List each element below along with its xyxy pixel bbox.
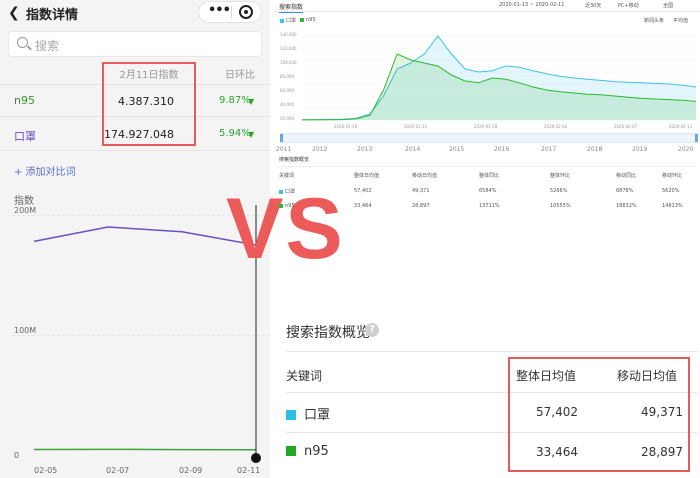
divider [279, 166, 695, 167]
mobile-topbar: ❮ 指数详情 ••• [0, 0, 270, 26]
summary-header: 移动同比 [616, 173, 637, 179]
range-handle-right[interactable] [695, 134, 698, 142]
x-tick-label: 2020-01-28 [474, 124, 498, 129]
close-target-icon[interactable] [239, 5, 253, 19]
summary-header: 移动环比 [662, 173, 683, 179]
overview-keyword-mask: 口罩 [286, 404, 330, 423]
capsule-divider [231, 6, 232, 19]
year-tick: 2018 [587, 146, 603, 153]
divider [286, 351, 698, 352]
summary-cell: 49,371 [412, 188, 430, 194]
overview-title: 搜索指数概览 [286, 325, 370, 341]
highlight-box [508, 357, 690, 472]
x-tick-label: 2020-02-02 [544, 124, 568, 129]
y-tick-label: 200M [14, 206, 37, 215]
add-compare-button[interactable]: + 添加对比词 [14, 163, 76, 178]
overview-keyword-n95: n95 [286, 444, 329, 459]
range-handle-left[interactable] [280, 134, 283, 142]
cursor-dot[interactable] [251, 453, 261, 463]
mini-program-capsule: ••• [198, 1, 262, 23]
x-tick-label: 02-11 [237, 466, 261, 475]
overview-header-keyword: 关键词 [286, 369, 323, 383]
highlight-box [102, 62, 196, 146]
x-tick-label: 2020-01-16 [334, 124, 358, 129]
y-tick-label: 100M [14, 326, 37, 335]
summary-keyword: 口罩 [279, 188, 295, 195]
search-icon [17, 37, 28, 48]
summary-header: 整体环比 [550, 173, 571, 179]
summary-keyword: n95 [279, 203, 295, 209]
down-arrow-icon: ▼ [248, 130, 255, 139]
summary-cell: 5266% [550, 188, 568, 194]
summary-cell: 33,464 [354, 203, 372, 209]
more-icon[interactable]: ••• [208, 3, 231, 18]
year-tick: 2011 [276, 146, 292, 153]
divider [0, 150, 270, 151]
x-tick-label: 02-05 [34, 466, 58, 475]
summary-header: 整体同比 [479, 173, 500, 179]
page-title: 指数详情 [26, 8, 79, 23]
desktop-panel: 搜索指数 2020-01-13 ~ 2020-02-11 近30天 PC+移动 … [274, 0, 700, 478]
x-tick-label: 2020-02-07 [614, 124, 638, 129]
change-mask: 5.94% [219, 128, 251, 139]
down-arrow-icon: ▼ [248, 97, 255, 106]
summary-cell: 13711% [479, 203, 500, 209]
range-slider[interactable] [280, 133, 698, 143]
x-tick-label: 02-09 [179, 466, 203, 475]
x-tick-label: 2020-02-11 [669, 124, 693, 129]
keyword-n95[interactable]: n95 [14, 94, 35, 107]
summary-header: 移动日均值 [412, 173, 438, 179]
summary-title-small: 搜索指数概览 [279, 157, 310, 163]
search-input[interactable]: 搜索 [8, 31, 262, 57]
gridline [12, 335, 270, 336]
summary-cell: 5620% [662, 188, 680, 194]
keyword-mask[interactable]: 口罩 [14, 128, 36, 144]
y-tick-label: 0 [14, 451, 20, 460]
chevron-left-icon[interactable]: ❮ [8, 5, 20, 21]
summary-cell: 57,402 [354, 188, 372, 194]
search-placeholder: 搜索 [35, 39, 60, 53]
summary-cell: 6584% [479, 188, 497, 194]
year-tick: 2015 [449, 146, 465, 153]
summary-cell: 10555% [550, 203, 571, 209]
year-tick: 2013 [357, 146, 373, 153]
year-tick: 2017 [541, 146, 557, 153]
summary-header: 关键词 [279, 173, 295, 179]
summary-cell: 14813% [662, 203, 683, 209]
series-line-0 [33, 226, 257, 246]
column-header-ring: 日环比 [225, 70, 255, 81]
x-tick-label: 02-07 [106, 466, 130, 475]
year-tick: 2012 [312, 146, 328, 153]
year-tick: 2016 [494, 146, 510, 153]
year-tick: 2019 [632, 146, 648, 153]
change-n95: 9.87% [219, 95, 251, 106]
summary-cell: 28,897 [412, 203, 430, 209]
year-tick: 2014 [405, 146, 421, 153]
summary-cell: 18832% [616, 203, 637, 209]
help-icon[interactable]: ? [365, 323, 379, 337]
x-tick-label: 2020-01-22 [404, 124, 428, 129]
chart-ylabel: 指数 [14, 196, 34, 207]
year-tick: 2020 [678, 146, 694, 153]
summary-cell: 6878% [616, 188, 634, 194]
summary-header: 整体日均值 [354, 173, 380, 179]
